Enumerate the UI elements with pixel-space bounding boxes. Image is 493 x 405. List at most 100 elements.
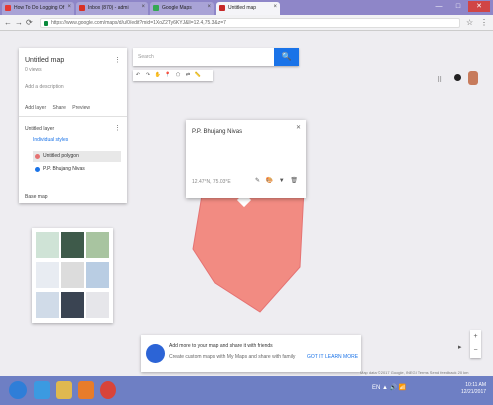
basemap-dark-landmass[interactable]: [61, 292, 84, 318]
tab-label: Google Maps: [162, 5, 192, 11]
tab-close-icon[interactable]: ×: [141, 4, 145, 10]
map-attribution: Map data ©2017 Google, INEGI Terms Send …: [360, 370, 469, 375]
internet-explorer-icon[interactable]: [34, 381, 50, 399]
basemap-simple-atlas[interactable]: [86, 262, 109, 288]
tab-label: Untitled map: [228, 5, 257, 11]
my-maps-icon: [219, 5, 225, 11]
search-icon: 🔍: [281, 52, 292, 61]
basemap-picker: [32, 228, 113, 323]
notifications-icon[interactable]: [454, 74, 461, 81]
feature-info-popup: P.P. Bhujang Nivas ✕ 12.47°N, 75.03°E ✎ …: [186, 120, 306, 198]
layer-style-link[interactable]: Individual styles: [33, 137, 68, 143]
layer-name[interactable]: Untitled layer: [25, 126, 54, 132]
maps-icon: [153, 5, 159, 11]
maximize-button[interactable]: □: [449, 1, 467, 12]
feature-polygon[interactable]: Untitled polygon: [33, 151, 121, 162]
tab-google-maps[interactable]: Google Maps ×: [150, 2, 214, 15]
clock-time: 10:11 AM: [465, 382, 487, 388]
back-button[interactable]: ←: [4, 18, 12, 27]
address-bar: ← → ⟳ https://www.google.com/maps/d/u/0/…: [0, 15, 493, 31]
popup-title: P.P. Bhujang Nivas: [192, 129, 243, 135]
add-layer-button[interactable]: Add layer: [25, 105, 46, 111]
basemap-mono-city[interactable]: [61, 262, 84, 288]
bookmark-star-icon[interactable]: ☆: [466, 18, 473, 27]
clock[interactable]: 10:11 AM 12/21/2017: [461, 382, 486, 396]
lock-icon: [44, 21, 48, 26]
tab-close-icon[interactable]: ×: [207, 4, 211, 10]
feature-marker[interactable]: P.P. Bhujang Nivas: [33, 164, 121, 175]
forward-button[interactable]: →: [15, 18, 23, 27]
gmail-icon: [79, 5, 85, 11]
popup-coordinates: 12.47°N, 75.03°E: [192, 179, 231, 185]
map-views-count: 0 views: [25, 67, 42, 73]
close-button[interactable]: ✕: [468, 1, 490, 12]
browser-menu-icon[interactable]: ⋮: [480, 18, 488, 27]
file-explorer-icon[interactable]: [56, 381, 72, 399]
map-legend-panel: Untitled map 0 views Add a description ⋮…: [19, 48, 127, 203]
chrome-icon[interactable]: [100, 381, 116, 399]
search-placeholder: Search: [138, 54, 154, 60]
add-marker-icon[interactable]: 📍: [163, 70, 173, 81]
drawing-toolbar: ↶ ↷ ✋ 📍 ⬠ ⇄ 📏: [133, 70, 213, 81]
draw-line-icon[interactable]: ⬠: [173, 70, 183, 81]
chat-icon: [146, 344, 165, 363]
directions-icon[interactable]: ⇄: [183, 70, 193, 81]
share-button[interactable]: Share: [53, 105, 66, 111]
notice-title: Add more to your map and share it with f…: [169, 343, 273, 349]
feature-label: Untitled polygon: [43, 153, 79, 159]
popup-edit-icons[interactable]: ✎ 🎨 ▼ 🗑: [255, 177, 300, 184]
minimize-button[interactable]: —: [430, 1, 448, 12]
basemap-map[interactable]: [36, 232, 59, 258]
redo-icon[interactable]: ↷: [143, 70, 153, 81]
promo-notice: Add more to your map and share it with f…: [141, 335, 361, 372]
tab-close-icon[interactable]: ×: [273, 4, 277, 10]
basemap-light-landmass[interactable]: [36, 292, 59, 318]
basemap-whitewater[interactable]: [86, 292, 109, 318]
system-tray[interactable]: EN ▲ 🔊 📶: [372, 384, 406, 391]
reload-button[interactable]: ⟳: [26, 18, 33, 27]
layer-options-icon[interactable]: ⋮: [114, 124, 121, 132]
basemap-satellite[interactable]: [61, 232, 84, 258]
avatar[interactable]: [468, 71, 478, 85]
feature-label: P.P. Bhujang Nivas: [43, 166, 85, 172]
zoom-in-button[interactable]: +: [470, 330, 481, 344]
preview-button[interactable]: Preview: [72, 105, 90, 111]
marker-color-icon: [35, 167, 40, 172]
tab-label: How To Do Logging Of: [14, 5, 65, 11]
divider: [19, 116, 127, 117]
tab-label: Inbox (870) - admi: [88, 5, 129, 11]
apps-grid-icon[interactable]: ⠿: [437, 76, 442, 84]
tab-logging[interactable]: How To Do Logging Of ×: [2, 2, 74, 15]
base-map-toggle[interactable]: Base map: [25, 194, 48, 200]
basemap-light-political[interactable]: [36, 262, 59, 288]
tab-close-icon[interactable]: ×: [67, 4, 71, 10]
map-options-icon[interactable]: ⋮: [114, 56, 121, 64]
url-input[interactable]: https://www.google.com/maps/d/u/0/edit?m…: [40, 18, 460, 28]
learn-more-button[interactable]: LEARN MORE: [325, 354, 358, 360]
clock-date: 12/21/2017: [461, 389, 487, 395]
url-text: https://www.google.com/maps/d/u/0/edit?m…: [51, 20, 226, 26]
tab-favicon: [5, 5, 11, 11]
undo-icon[interactable]: ↶: [133, 70, 143, 81]
got-it-button[interactable]: GOT IT: [307, 354, 324, 360]
tab-untitled-map[interactable]: Untitled map ×: [216, 2, 280, 15]
start-icon[interactable]: [9, 381, 27, 399]
windows-taskbar: EN ▲ 🔊 📶 10:11 AM 12/21/2017: [0, 376, 493, 405]
zoom-control: + −: [470, 330, 481, 358]
map-description[interactable]: Add a description: [25, 84, 64, 90]
notice-body: Create custom maps with My Maps and shar…: [169, 354, 296, 360]
panel-actions: Add layer Share Preview: [25, 105, 121, 111]
browser-tab-bar: How To Do Logging Of × Inbox (870) - adm…: [0, 0, 493, 15]
zoom-out-button[interactable]: −: [470, 344, 481, 358]
hand-icon[interactable]: ✋: [153, 70, 163, 81]
map-title[interactable]: Untitled map: [25, 57, 64, 64]
search-button[interactable]: 🔍: [274, 48, 299, 66]
polygon-color-icon: [35, 154, 40, 159]
street-view-icon[interactable]: ▸: [458, 343, 462, 351]
close-icon[interactable]: ✕: [296, 124, 301, 131]
ruler-icon[interactable]: 📏: [193, 70, 203, 81]
media-player-icon[interactable]: [78, 381, 94, 399]
map-canvas[interactable]: Untitled map 0 views Add a description ⋮…: [0, 31, 493, 376]
tab-inbox[interactable]: Inbox (870) - admi ×: [76, 2, 148, 15]
basemap-terrain[interactable]: [86, 232, 109, 258]
